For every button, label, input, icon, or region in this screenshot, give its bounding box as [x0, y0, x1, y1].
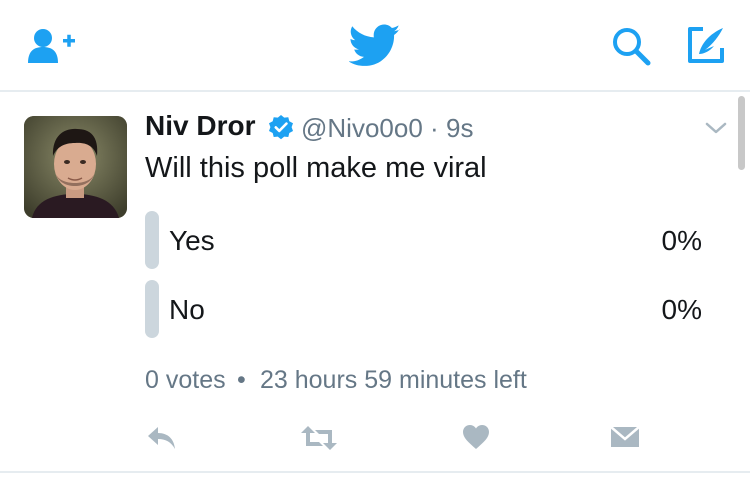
scrollbar[interactable]	[738, 96, 745, 170]
header-divider	[0, 90, 750, 92]
chevron-down-icon[interactable]	[704, 120, 728, 136]
poll-bar	[145, 280, 159, 338]
twitter-bird-icon[interactable]	[349, 24, 401, 68]
avatar-photo	[24, 116, 127, 218]
author-name[interactable]: Niv Dror	[145, 110, 255, 142]
poll-option-label: Yes	[169, 225, 215, 256]
poll-time-left: 23 hours 59 minutes left	[260, 366, 527, 394]
poll-option-label: No	[169, 294, 205, 325]
reply-icon[interactable]	[146, 425, 178, 451]
direct-message-icon[interactable]	[610, 426, 640, 448]
tweet-timestamp[interactable]: 9s	[446, 113, 473, 144]
poll-vote-count: 0 votes	[145, 366, 226, 394]
meta-separator: ·	[430, 113, 439, 143]
author-handle[interactable]: @Nivo0o0	[301, 113, 423, 144]
like-icon[interactable]	[462, 424, 490, 450]
add-user-icon[interactable]	[26, 27, 78, 67]
tweet-divider	[0, 471, 750, 473]
compose-tweet-icon[interactable]	[685, 24, 727, 66]
poll-meta-separator: •	[237, 366, 246, 394]
poll-option-percent: 0%	[661, 225, 702, 256]
verified-badge-icon	[269, 115, 293, 140]
poll-bar	[145, 211, 159, 269]
retweet-icon[interactable]	[299, 424, 339, 452]
tweet-text: Will this poll make me viral	[145, 152, 487, 184]
search-icon[interactable]	[611, 26, 653, 68]
avatar[interactable]	[24, 116, 127, 218]
poll-option-percent: 0%	[661, 294, 702, 325]
